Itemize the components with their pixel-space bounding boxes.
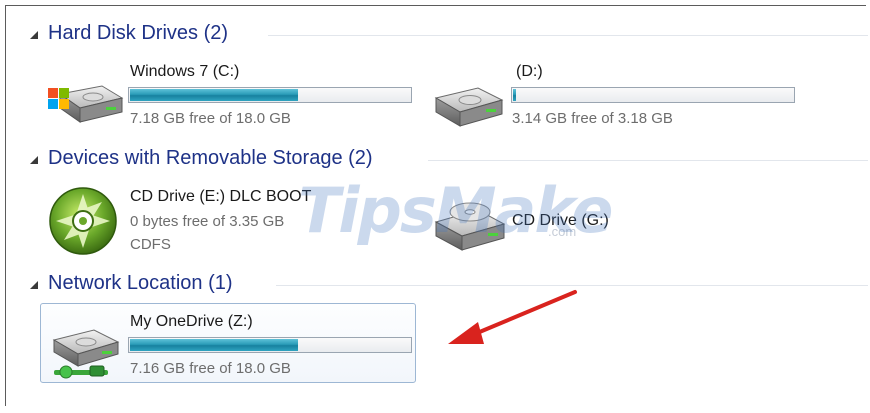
- cd-disc-icon: [49, 187, 117, 255]
- drive-usage-bar: [511, 87, 795, 103]
- windows-hard-drive-icon: [48, 85, 124, 123]
- red-arrow-annotation-icon: [448, 290, 577, 344]
- drive-usage-fill: [130, 339, 298, 351]
- group-title-network-location[interactable]: Network Location (1): [48, 272, 233, 295]
- drive-free-space: 7.18 GB free of 18.0 GB: [130, 110, 291, 127]
- drive-free-space: 0 bytes free of 3.35 GB: [130, 213, 285, 230]
- drive-file-system: CDFS: [130, 236, 171, 253]
- watermark-suffix: .com: [548, 224, 577, 239]
- network-drive-icon: [52, 329, 120, 379]
- collapse-arrow-icon[interactable]: [30, 156, 38, 164]
- drive-free-space: 7.16 GB free of 18.0 GB: [130, 360, 291, 377]
- drive-usage-bar: [128, 87, 412, 103]
- drive-usage-fill: [130, 89, 298, 101]
- drive-name: CD Drive (E:) DLC BOOT: [130, 188, 312, 205]
- drive-usage-fill: [513, 89, 516, 101]
- collapse-arrow-icon[interactable]: [30, 31, 38, 39]
- drive-name: My OneDrive (Z:): [130, 313, 253, 330]
- collapse-arrow-icon[interactable]: [30, 281, 38, 289]
- drive-name: Windows 7 (C:): [130, 63, 240, 80]
- group-divider: [428, 160, 868, 161]
- group-title-hard-disk-drives[interactable]: Hard Disk Drives (2): [48, 22, 228, 45]
- drive-name: (D:): [516, 63, 543, 80]
- hard-drive-icon: [434, 87, 504, 127]
- group-title-removable-storage[interactable]: Devices with Removable Storage (2): [48, 147, 373, 170]
- group-divider: [268, 35, 868, 36]
- drive-usage-bar: [128, 337, 412, 353]
- drive-free-space: 3.14 GB free of 3.18 GB: [512, 110, 673, 127]
